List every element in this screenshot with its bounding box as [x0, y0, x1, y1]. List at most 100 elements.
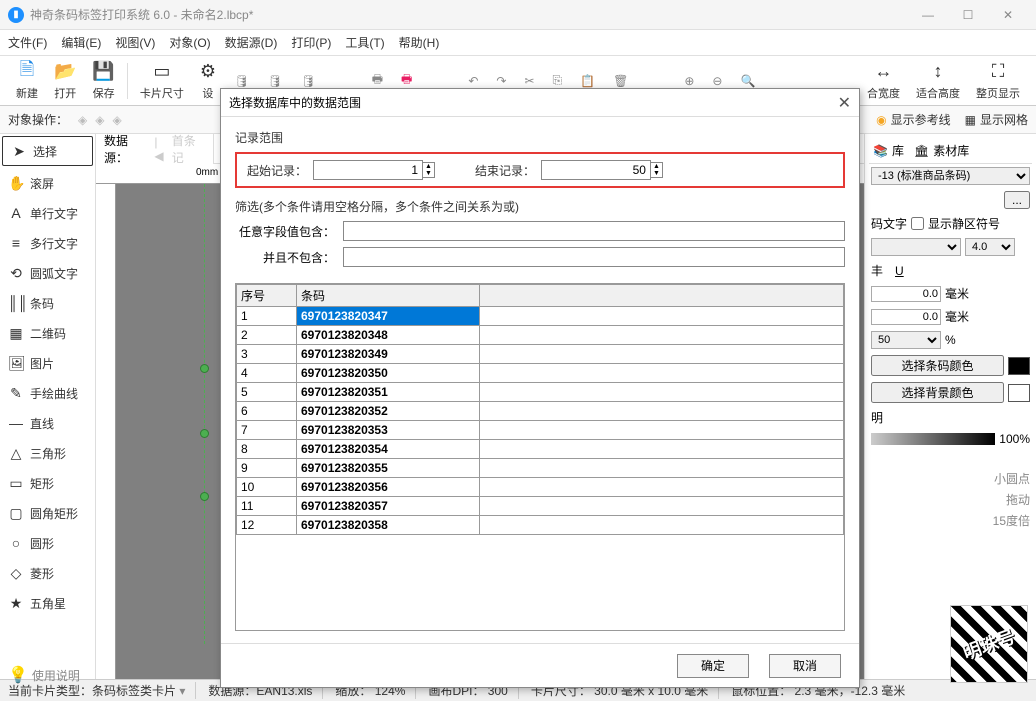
menu-datasource[interactable]: 数据源(D)	[225, 34, 278, 51]
db2-icon[interactable]: 🛢	[267, 74, 282, 88]
rect-tool[interactable]: ▭矩形	[0, 468, 95, 498]
line-tool[interactable]: —直线	[0, 408, 95, 438]
start-up-button[interactable]: ▲	[423, 163, 434, 170]
fitheight-button[interactable]: ↕适合高度	[908, 59, 968, 103]
roundrect-tool[interactable]: ▢圆角矩形	[0, 498, 95, 528]
copy-icon[interactable]: ⎘	[553, 73, 563, 88]
pan-tool[interactable]: ✋滚屏	[0, 168, 95, 198]
menu-view[interactable]: 视图(V)	[115, 34, 155, 51]
any-field-input[interactable]	[343, 221, 845, 241]
bold-icon[interactable]: 丰	[871, 262, 883, 279]
barcode-tool[interactable]: ║║条码	[0, 288, 95, 318]
barcode-color-button[interactable]: 选择条码颜色	[871, 355, 1004, 376]
bg-color-button[interactable]: 选择背景颜色	[871, 382, 1004, 403]
cardsize-button[interactable]: ▭卡片尺寸	[132, 59, 192, 103]
zoomin-icon[interactable]: ⊕	[684, 74, 694, 88]
font-select[interactable]	[871, 238, 961, 256]
zoomout-icon[interactable]: ⊖	[712, 74, 722, 88]
triangle-tool[interactable]: △三角形	[0, 438, 95, 468]
new-button[interactable]: 🗎新建	[8, 59, 46, 103]
help-hint[interactable]: 💡使用说明	[8, 665, 80, 685]
show-grid-toggle[interactable]: ▦显示网格	[965, 111, 1028, 128]
barcode-color-swatch[interactable]	[1008, 357, 1030, 375]
close-button[interactable]: ✕	[988, 1, 1028, 29]
pct-select[interactable]: 50	[871, 331, 941, 349]
delete-icon[interactable]: 🗑	[613, 74, 628, 88]
menu-object[interactable]: 对象(O)	[169, 34, 210, 51]
save-button[interactable]: 💾保存	[84, 59, 122, 103]
maximize-button[interactable]: ☐	[948, 1, 988, 29]
freehand-tool[interactable]: ✎手绘曲线	[0, 378, 95, 408]
fitwidth-button[interactable]: ↔合宽度	[859, 59, 908, 103]
start-record-input[interactable]	[313, 160, 423, 180]
ok-button[interactable]: 确定	[677, 654, 749, 678]
end-record-input[interactable]	[541, 160, 651, 180]
first-record-icon[interactable]: |◀	[154, 135, 165, 163]
preview-thumbnail[interactable]: 明珠号	[950, 605, 1028, 683]
height2-input[interactable]	[871, 309, 941, 325]
qrcode-tool[interactable]: ▦二维码	[0, 318, 95, 348]
menu-tools[interactable]: 工具(T)	[345, 34, 384, 51]
guide-handle[interactable]	[200, 364, 209, 373]
more-button[interactable]: ...	[1004, 191, 1030, 209]
star-tool[interactable]: ★五角星	[0, 588, 95, 618]
opacity-slider[interactable]	[871, 433, 995, 445]
arctext-tool[interactable]: ⟲圆弧文字	[0, 258, 95, 288]
dialog-close-button[interactable]: ✕	[838, 93, 851, 113]
guide-handle[interactable]	[200, 429, 209, 438]
zoom-icon[interactable]: 🔍	[740, 74, 755, 88]
multitext-tool[interactable]: ≡多行文字	[0, 228, 95, 258]
diamond-tool[interactable]: ◇菱形	[0, 558, 95, 588]
layer-icon[interactable]: ◈	[78, 113, 87, 127]
height1-input[interactable]	[871, 286, 941, 302]
start-down-button[interactable]: ▼	[423, 170, 434, 177]
layer2-icon[interactable]: ◈	[95, 113, 104, 127]
open-button[interactable]: 📂打开	[46, 59, 84, 103]
table-row[interactable]: 56970123820351	[237, 383, 844, 402]
db3-icon[interactable]: 🛢	[300, 74, 315, 88]
layer3-icon[interactable]: ◈	[112, 113, 121, 127]
table-row[interactable]: 126970123820358	[237, 516, 844, 535]
showquiet-checkbox[interactable]	[911, 217, 924, 230]
table-row[interactable]: 66970123820352	[237, 402, 844, 421]
table-row[interactable]: 76970123820353	[237, 421, 844, 440]
menu-edit[interactable]: 编辑(E)	[61, 34, 101, 51]
underline-icon[interactable]: U	[895, 264, 904, 278]
table-row[interactable]: 86970123820354	[237, 440, 844, 459]
exclude-input[interactable]	[343, 247, 845, 267]
end-up-button[interactable]: ▲	[651, 163, 662, 170]
circle-tool[interactable]: ○圆形	[0, 528, 95, 558]
table-row[interactable]: 16970123820347	[237, 307, 844, 326]
singletext-tool[interactable]: A单行文字	[0, 198, 95, 228]
library-tab[interactable]: 📚库	[873, 142, 904, 159]
undo-icon[interactable]: ↶	[468, 74, 478, 88]
db-icon[interactable]: 🛢	[234, 74, 249, 88]
fullpage-button[interactable]: ⛶整页显示	[968, 59, 1028, 103]
select-tool[interactable]: ➤选择	[2, 136, 93, 166]
bg-color-swatch[interactable]	[1008, 384, 1030, 402]
image-tool[interactable]: 🖼图片	[0, 348, 95, 378]
table-row[interactable]: 36970123820349	[237, 345, 844, 364]
barcode-type-select[interactable]: -13 (标准商品条码)	[871, 167, 1030, 185]
menu-file[interactable]: 文件(F)	[8, 34, 47, 51]
col-barcode[interactable]: 条码	[297, 285, 480, 307]
table-row[interactable]: 106970123820356	[237, 478, 844, 497]
cut-icon[interactable]: ✂	[524, 74, 534, 88]
table-row[interactable]: 116970123820357	[237, 497, 844, 516]
paste-icon[interactable]: 📋	[580, 74, 595, 88]
table-row[interactable]: 26970123820348	[237, 326, 844, 345]
data-table-wrap[interactable]: 序号 条码 1697012382034726970123820348369701…	[235, 283, 845, 631]
table-row[interactable]: 96970123820355	[237, 459, 844, 478]
table-row[interactable]: 46970123820350	[237, 364, 844, 383]
menu-help[interactable]: 帮助(H)	[399, 34, 440, 51]
guide-handle[interactable]	[200, 492, 209, 501]
guide-line[interactable]	[204, 184, 205, 644]
show-reflines-toggle[interactable]: ◉显示参考线	[876, 111, 951, 128]
col-index[interactable]: 序号	[237, 285, 297, 307]
redo-icon[interactable]: ↷	[496, 74, 506, 88]
fontsize-select[interactable]: 4.0	[965, 238, 1015, 256]
end-down-button[interactable]: ▼	[651, 170, 662, 177]
materials-tab[interactable]: 🏛素材库	[914, 142, 969, 159]
cancel-button[interactable]: 取消	[769, 654, 841, 678]
minimize-button[interactable]: —	[908, 1, 948, 29]
